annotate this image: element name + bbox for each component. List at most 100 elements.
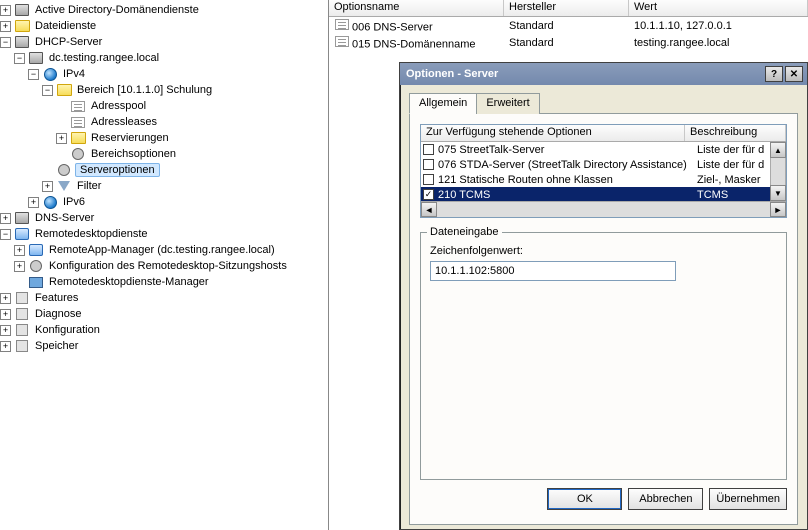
- checkbox-checked[interactable]: [423, 189, 434, 200]
- expander-icon[interactable]: +: [0, 293, 11, 304]
- expander-icon[interactable]: −: [42, 85, 53, 96]
- server-icon: [29, 52, 43, 64]
- tree-item[interactable]: Speicher: [33, 340, 80, 352]
- tree-item-serveroptions[interactable]: Serveroptionen: [75, 163, 160, 177]
- expander-icon[interactable]: +: [14, 245, 25, 256]
- checkbox[interactable]: [423, 144, 434, 155]
- diagnose-icon: [16, 308, 28, 320]
- features-icon: [16, 292, 28, 304]
- expander-icon[interactable]: +: [14, 261, 25, 272]
- tree-item[interactable]: Reservierungen: [89, 132, 171, 144]
- tree-item[interactable]: Adressleases: [89, 116, 159, 128]
- server-options-dialog: Optionen - Server ? ✕ Allgemein Erweiter…: [399, 62, 808, 530]
- scroll-down-icon[interactable]: ▼: [770, 185, 786, 201]
- tree-item[interactable]: Bereich [10.1.1.0] Schulung: [75, 84, 214, 96]
- config-icon: [16, 324, 28, 336]
- expander-icon[interactable]: +: [0, 341, 11, 352]
- string-value-label: Zeichenfolgenwert:: [430, 245, 777, 257]
- session-conf-icon: [30, 260, 42, 272]
- expander-icon[interactable]: −: [14, 53, 25, 64]
- ipv4-icon: [44, 68, 57, 81]
- option-row[interactable]: 121 Statische Routen ohne KlassenZiel-, …: [421, 172, 786, 187]
- scope-icon: [57, 84, 72, 96]
- expander-icon[interactable]: −: [0, 37, 11, 48]
- remotedesktop-icon: [15, 228, 29, 240]
- dialog-title: Optionen - Server: [406, 68, 498, 80]
- service-icon: [15, 4, 29, 16]
- list-header: Optionsname Hersteller Wert: [329, 0, 808, 17]
- tree-item[interactable]: Features: [33, 292, 80, 304]
- tree-item[interactable]: Diagnose: [33, 308, 83, 320]
- list-row[interactable]: 006 DNS-Server Standard 10.1.1.10, 127.0…: [329, 17, 808, 34]
- dhcp-icon: [15, 36, 29, 48]
- scroll-left-icon[interactable]: ◄: [421, 202, 437, 217]
- expander-icon[interactable]: −: [0, 229, 11, 240]
- expander-icon[interactable]: +: [0, 213, 11, 224]
- expander-icon[interactable]: +: [28, 197, 39, 208]
- horizontal-scrollbar[interactable]: ◄ ►: [421, 201, 786, 217]
- dns-icon: [15, 212, 29, 224]
- tree-item[interactable]: dc.testing.rangee.local: [47, 52, 161, 64]
- checkbox[interactable]: [423, 174, 434, 185]
- option-row-selected[interactable]: 210 TCMSTCMS: [421, 187, 786, 201]
- reserv-icon: [71, 132, 86, 144]
- cancel-button[interactable]: Abbrechen: [628, 488, 703, 510]
- tree-item[interactable]: Adresspool: [89, 100, 148, 112]
- checkbox[interactable]: [423, 159, 434, 170]
- tree-item[interactable]: Remotedesktopdienste: [33, 228, 150, 240]
- tree-item[interactable]: Konfiguration des Remotedesktop-Sitzungs…: [47, 260, 289, 272]
- option-icon: [335, 36, 349, 47]
- scroll-up-icon[interactable]: ▲: [770, 142, 786, 158]
- col-vendor[interactable]: Hersteller: [504, 0, 629, 16]
- col-available-options[interactable]: Zur Verfügung stehende Optionen: [421, 125, 685, 141]
- expander-icon[interactable]: +: [0, 5, 11, 16]
- scroll-right-icon[interactable]: ►: [770, 202, 786, 217]
- close-button[interactable]: ✕: [785, 66, 803, 82]
- option-icon: [335, 19, 349, 30]
- apply-button[interactable]: Übernehmen: [709, 488, 787, 510]
- col-description[interactable]: Beschreibung: [685, 125, 786, 141]
- expander-icon[interactable]: +: [0, 309, 11, 320]
- tree-item[interactable]: Bereichsoptionen: [89, 148, 178, 160]
- tree-item[interactable]: DHCP-Server: [33, 36, 104, 48]
- expander-icon[interactable]: +: [0, 21, 11, 32]
- vertical-scrollbar[interactable]: ▲ ▼: [770, 142, 786, 201]
- folder-icon: [15, 20, 30, 32]
- remoteapp-icon: [29, 244, 43, 256]
- storage-icon: [16, 340, 28, 352]
- tree-item[interactable]: Dateidienste: [33, 20, 98, 32]
- rdp-manager-icon: [29, 277, 43, 288]
- option-row[interactable]: 075 StreetTalk-ServerListe der für d: [421, 142, 786, 157]
- tree-item[interactable]: Active Directory-Domänendienste: [33, 4, 201, 16]
- groupbox-title: Dateneingabe: [427, 226, 502, 238]
- pool-icon: [71, 101, 85, 112]
- tree-item[interactable]: IPv6: [61, 196, 87, 208]
- tree-item[interactable]: IPv4: [61, 68, 87, 80]
- tree-item[interactable]: Filter: [75, 180, 103, 192]
- filter-icon: [58, 181, 70, 191]
- server-options-icon: [58, 164, 70, 176]
- ok-button[interactable]: OK: [547, 488, 622, 510]
- ipv6-icon: [44, 196, 57, 209]
- expander-icon[interactable]: +: [0, 325, 11, 336]
- available-options-list: Zur Verfügung stehende Optionen Beschrei…: [420, 124, 787, 218]
- option-row[interactable]: 076 STDA-Server (StreetTalk Directory As…: [421, 157, 786, 172]
- tab-extended[interactable]: Erweitert: [476, 93, 539, 114]
- col-value[interactable]: Wert: [629, 0, 808, 16]
- tree-item[interactable]: Remotedesktopdienste-Manager: [47, 276, 211, 288]
- col-optionname[interactable]: Optionsname: [329, 0, 504, 16]
- tree-item[interactable]: Konfiguration: [33, 324, 102, 336]
- list-row[interactable]: 015 DNS-Domänenname Standard testing.ran…: [329, 34, 808, 51]
- help-button[interactable]: ?: [765, 66, 783, 82]
- tree-item[interactable]: DNS-Server: [33, 212, 96, 224]
- expander-icon[interactable]: −: [28, 69, 39, 80]
- data-entry-group: Dateneingabe Zeichenfolgenwert:: [420, 232, 787, 480]
- nav-tree: + Active Directory-Domänendienste + Dateid…: [0, 0, 328, 530]
- tree-item[interactable]: RemoteApp-Manager (dc.testing.rangee.loc…: [47, 244, 277, 256]
- expander-icon[interactable]: +: [42, 181, 53, 192]
- expander-icon[interactable]: +: [56, 133, 67, 144]
- dialog-titlebar[interactable]: Optionen - Server ? ✕: [400, 63, 807, 85]
- tab-general[interactable]: Allgemein: [409, 93, 477, 114]
- options-icon: [72, 148, 84, 160]
- string-value-input[interactable]: [430, 261, 676, 281]
